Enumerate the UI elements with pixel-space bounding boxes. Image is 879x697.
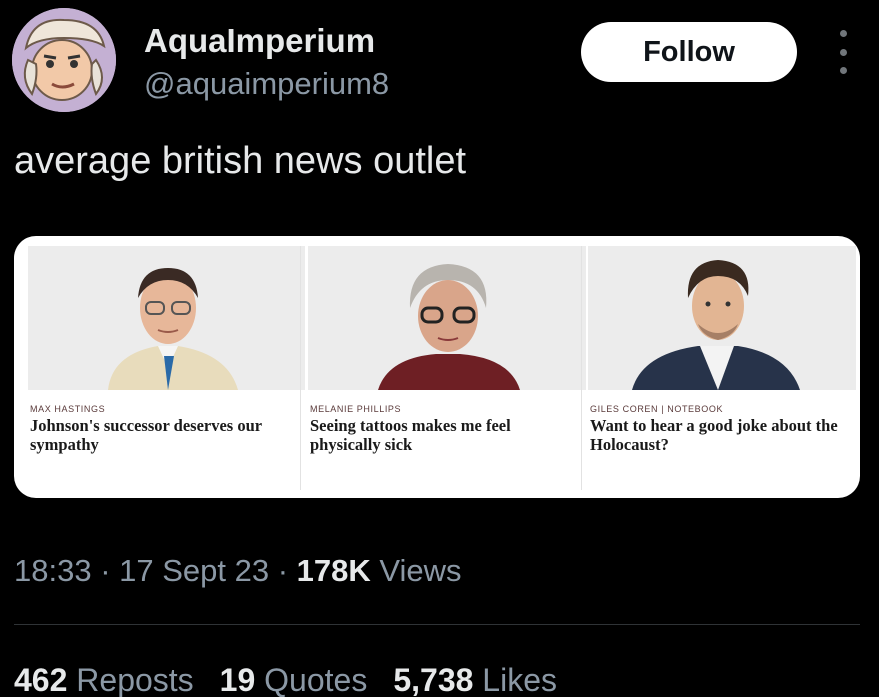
article-photo	[588, 246, 856, 390]
likes-stat[interactable]: 5,738 Likes	[393, 662, 557, 697]
tweet-time[interactable]: 18:33	[14, 553, 92, 588]
reposts-stat[interactable]: 462 Reposts	[14, 662, 194, 697]
article-item[interactable]: MAX HASTINGS Johnson's successor deserve…	[28, 236, 305, 498]
article-item[interactable]: MELANIE PHILLIPS Seeing tattoos makes me…	[308, 236, 586, 498]
tweet-meta: 18:33 · 17 Sept 23 · 178K Views	[14, 553, 462, 589]
quotes-count: 19	[219, 662, 256, 697]
article-headline[interactable]: Johnson's successor deserves our sympath…	[30, 416, 292, 454]
tweet-date[interactable]: 17 Sept 23	[119, 553, 269, 588]
column-divider	[300, 246, 301, 490]
dot	[839, 30, 847, 37]
tweet-header: AquaImperium @aquaimperium8 Follow	[12, 8, 867, 118]
tweet-text: average british news outlet	[14, 140, 467, 182]
article-headline[interactable]: Want to hear a good joke about the Holoc…	[590, 416, 852, 454]
column-divider	[581, 246, 582, 490]
quotes-stat[interactable]: 19 Quotes	[220, 662, 368, 697]
article-headline[interactable]: Seeing tattoos makes me feel physically …	[310, 416, 572, 454]
reposts-count: 462	[14, 662, 68, 697]
separator: ·	[91, 553, 120, 588]
views-count: 178K	[296, 553, 371, 588]
article-byline: MAX HASTINGS	[30, 404, 106, 414]
article-photo	[308, 246, 586, 390]
article-photo	[28, 246, 305, 390]
reposts-label: Reposts	[67, 662, 194, 697]
views-label: Views	[370, 553, 462, 588]
dot	[839, 67, 847, 74]
engagement-stats: 462 Reposts 19 Quotes 5,738 Likes	[14, 662, 557, 697]
article-item[interactable]: GILES COREN | NOTEBOOK Want to hear a go…	[588, 236, 856, 498]
display-name[interactable]: AquaImperium	[144, 22, 375, 60]
avatar[interactable]	[12, 8, 116, 112]
user-handle[interactable]: @aquaimperium8	[144, 66, 389, 102]
more-options-icon[interactable]	[834, 30, 852, 74]
cartoon-face-icon	[12, 8, 116, 112]
divider	[14, 624, 860, 625]
quotes-label: Quotes	[255, 662, 368, 697]
dot	[839, 48, 847, 56]
likes-count: 5,738	[393, 662, 474, 697]
separator: ·	[269, 553, 297, 588]
article-byline: MELANIE PHILLIPS	[310, 404, 402, 414]
article-byline: GILES COREN | NOTEBOOK	[590, 404, 724, 414]
media-card[interactable]: MAX HASTINGS Johnson's successor deserve…	[14, 236, 860, 498]
follow-button[interactable]: Follow	[581, 22, 797, 82]
likes-label: Likes	[473, 662, 557, 697]
